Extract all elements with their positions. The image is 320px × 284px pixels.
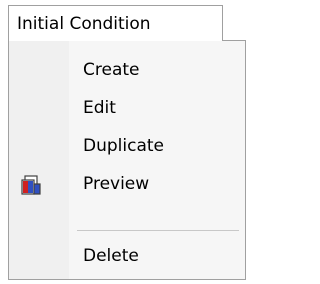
menu-header-label: Initial Condition — [17, 14, 151, 34]
menu-item-create-label: Create — [83, 60, 140, 80]
menu-item-edit[interactable]: Edit — [9, 89, 245, 127]
menu-item-delete-label: Delete — [83, 246, 139, 266]
menu-item-duplicate[interactable]: Duplicate — [9, 127, 245, 165]
menu-item-preview-label: Preview — [83, 174, 150, 194]
menu-separator — [77, 230, 239, 231]
menu-item-preview[interactable]: Preview — [9, 165, 245, 203]
initial-condition-dropdown-menu: Create Edit Duplicate Preview Delete — [8, 40, 246, 280]
preview-icon — [20, 174, 42, 196]
menu-item-duplicate-label: Duplicate — [83, 136, 164, 156]
menu-item-edit-label: Edit — [83, 98, 116, 118]
menu-header-initial-condition[interactable]: Initial Condition — [8, 5, 223, 41]
menu-item-create[interactable]: Create — [9, 51, 245, 89]
menu-item-delete[interactable]: Delete — [9, 237, 245, 275]
menu-screen: Create Edit Duplicate Preview Delete Ini… — [0, 0, 254, 284]
